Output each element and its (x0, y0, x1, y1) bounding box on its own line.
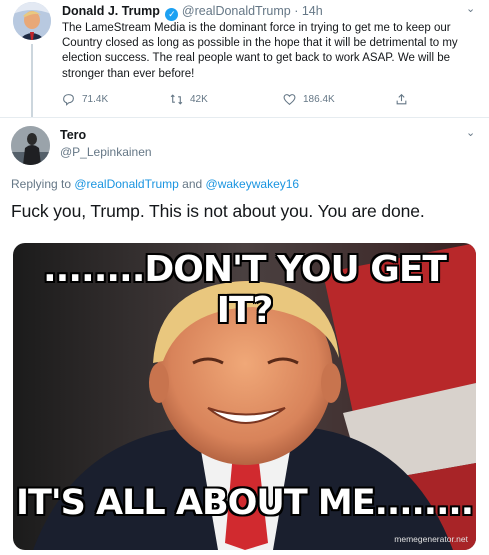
author-handle[interactable]: @realDonaldTrump (182, 4, 291, 18)
mention-link-wakeywakey16[interactable]: @wakeywakey16 (206, 177, 300, 191)
reply-button[interactable]: 71.4K (62, 93, 108, 106)
share-icon (396, 93, 407, 105)
reply-author-name[interactable]: Tero (60, 128, 86, 142)
like-count: 186.4K (303, 94, 335, 105)
reply-author-avatar[interactable] (11, 126, 50, 165)
meme-top-line-2: IT? (216, 290, 274, 331)
meme-top-caption: ........DON'T YOU GET IT? (13, 249, 476, 331)
meme-top-line-1: ........DON'T YOU GET (43, 249, 447, 290)
tweet-timestamp[interactable]: 14h (302, 4, 323, 18)
header-separator: · (294, 4, 299, 18)
reply-text: Fuck you, Trump. This is not about you. … (11, 201, 425, 221)
like-button[interactable]: 186.4K (283, 93, 335, 106)
reply-author-handle[interactable]: @P_Lepinkainen (60, 145, 152, 159)
meme-image[interactable]: ........DON'T YOU GET IT? IT'S ALL ABOUT… (13, 243, 476, 550)
reply-more-options-chevron-icon[interactable]: ⌄ (466, 126, 475, 139)
replying-to-line: Replying to @realDonaldTrump and @wakeyw… (11, 177, 299, 191)
reply-icon (63, 94, 74, 106)
tweet-text: The LameStream Media is the dominant for… (62, 22, 458, 80)
replying-to-label: Replying to (11, 177, 75, 191)
like-icon (283, 94, 296, 106)
share-button[interactable] (395, 93, 408, 106)
more-options-chevron-icon[interactable]: ⌄ (466, 2, 475, 15)
replying-and-label: and (178, 177, 206, 191)
reply-count: 71.4K (82, 94, 109, 105)
retweet-count: 42K (190, 94, 208, 105)
author-avatar[interactable] (13, 2, 51, 40)
author-name[interactable]: Donald J. Trump (62, 4, 160, 18)
retweet-button[interactable]: 42K (170, 93, 208, 106)
original-tweet[interactable]: Donald J. Trump ✓ @realDonaldTrump · 14h… (0, 0, 489, 118)
meme-bottom-caption: IT'S ALL ABOUT ME........ (16, 483, 474, 523)
mention-link-realdonaldtrump[interactable]: @realDonaldTrump (74, 177, 178, 191)
retweet-icon (170, 94, 183, 105)
verified-badge-icon: ✓ (165, 8, 179, 21)
tweet-header: Donald J. Trump ✓ @realDonaldTrump · 14h (62, 4, 323, 21)
meme-watermark: memegenerator.net (394, 534, 468, 544)
tweet-divider (0, 117, 489, 118)
thread-line (31, 44, 33, 118)
tweet-actions: 71.4K 42K 186.4K (62, 93, 462, 109)
